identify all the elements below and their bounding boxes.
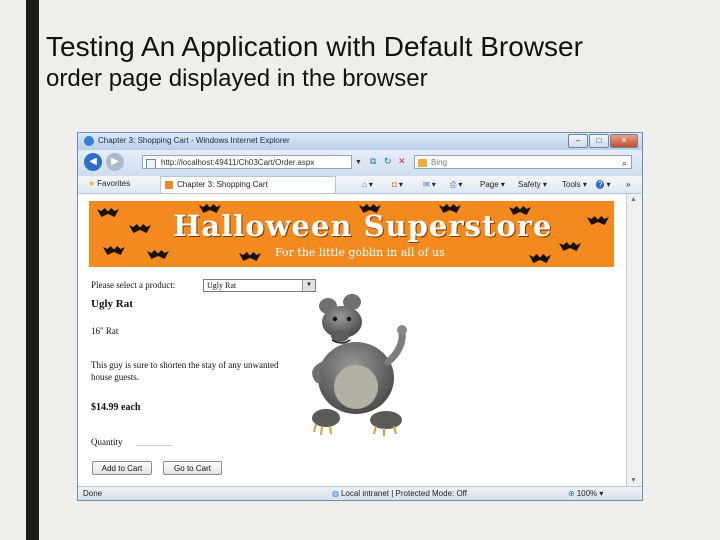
- forward-arrow-icon[interactable]: ▶: [106, 153, 124, 171]
- address-bar[interactable]: http://localhost:49411/Ch03Cart/Order.as…: [142, 155, 352, 169]
- add-to-cart-button[interactable]: Add to Cart: [92, 461, 152, 475]
- banner-title: Halloween Superstore: [173, 209, 553, 243]
- address-toolbar: ◀ ▶ http://localhost:49411/Ch03Cart/Orde…: [78, 150, 642, 176]
- globe-icon: ◍: [332, 489, 339, 498]
- rss-icon[interactable]: ◘ ▾: [392, 180, 403, 189]
- window-title-bar: Chapter 3: Shopping Cart - Windows Inter…: [78, 133, 642, 150]
- status-bar: Done ◍ Local intranet | Protected Mode: O…: [78, 486, 642, 500]
- go-to-cart-button[interactable]: Go to Cart: [163, 461, 222, 475]
- address-dropdown-icon[interactable]: ▼: [355, 159, 362, 166]
- window-controls: – □ ✕: [568, 134, 638, 148]
- favorites-label: Favorites: [97, 179, 131, 188]
- status-text: Done: [83, 489, 103, 498]
- scroll-up-icon[interactable]: ▲: [630, 196, 637, 203]
- back-arrow-icon[interactable]: ◀: [84, 153, 102, 171]
- search-input[interactable]: Bing ⌕: [414, 155, 632, 169]
- close-button[interactable]: ✕: [610, 134, 638, 148]
- refresh-icon[interactable]: ↻: [384, 156, 392, 167]
- home-icon[interactable]: ⌂ ▾: [362, 180, 373, 189]
- security-zone[interactable]: ◍ Local intranet | Protected Mode: Off: [332, 489, 467, 498]
- bat-decoration: [239, 252, 261, 261]
- minimize-button[interactable]: –: [568, 134, 588, 148]
- bat-decoration: [129, 224, 151, 233]
- banner-subtitle: For the little goblin in all of us: [275, 246, 445, 259]
- page-menu[interactable]: Page ▾: [480, 180, 505, 189]
- slide-accent-bar: [26, 0, 39, 540]
- favorites-bar: ★ Favorites Chapter 3: Shopping Cart ⌂ ▾ ◘…: [78, 176, 642, 194]
- favorites-button[interactable]: ★ Favorites: [88, 179, 130, 188]
- star-icon: ★: [88, 179, 96, 188]
- page-content: Halloween Superstore For the little gobl…: [78, 194, 626, 486]
- store-banner: Halloween Superstore For the little gobl…: [89, 201, 614, 267]
- product-name: Ugly Rat: [91, 298, 133, 310]
- product-image: [312, 294, 407, 436]
- mail-icon[interactable]: ✉ ▾: [423, 180, 436, 189]
- page-icon: [146, 159, 156, 168]
- tools-menu-label: Tools: [562, 180, 581, 189]
- safety-menu-label: Safety: [518, 180, 541, 189]
- tools-menu[interactable]: Tools ▾: [562, 180, 587, 189]
- bat-decoration: [103, 246, 125, 255]
- tab-favicon: [165, 181, 173, 189]
- help-icon[interactable]: ? ▾: [596, 180, 610, 189]
- zoom-icon: ⊕: [568, 489, 575, 498]
- zoom-control[interactable]: ⊕ 100% ▾: [568, 489, 603, 498]
- internet-explorer-icon: [84, 136, 94, 146]
- browser-tab[interactable]: Chapter 3: Shopping Cart: [160, 176, 336, 193]
- bat-decoration: [97, 208, 119, 217]
- product-select-label: Please select a product:: [91, 280, 176, 290]
- product-long-description: This guy is sure to shorten the stay of …: [91, 360, 279, 382]
- stop-icon[interactable]: ✕: [398, 156, 406, 167]
- compatibility-icon[interactable]: ⧉: [370, 156, 376, 167]
- page-menu-label: Page: [480, 180, 499, 189]
- safety-menu[interactable]: Safety ▾: [518, 180, 547, 189]
- search-placeholder: Bing: [431, 158, 448, 167]
- search-icon[interactable]: ⌕: [622, 156, 627, 170]
- chevron-down-icon[interactable]: ▼: [302, 280, 315, 291]
- tab-title: Chapter 3: Shopping Cart: [177, 180, 268, 189]
- product-dropdown[interactable]: Ugly Rat ▼: [203, 279, 316, 292]
- bat-decoration: [587, 216, 609, 225]
- bat-decoration: [529, 254, 551, 263]
- quantity-input[interactable]: [136, 433, 172, 446]
- window-title: Chapter 3: Shopping Cart - Windows Inter…: [98, 136, 290, 145]
- slide-subtitle: order page displayed in the browser: [46, 65, 428, 92]
- bat-decoration: [147, 250, 169, 259]
- print-icon[interactable]: ⎙ ▾: [450, 180, 462, 190]
- bing-icon: [418, 159, 427, 167]
- security-zone-text: Local intranet | Protected Mode: Off: [340, 489, 467, 498]
- product-dropdown-value: Ugly Rat: [207, 281, 237, 290]
- bat-decoration: [559, 242, 581, 251]
- vertical-scrollbar[interactable]: ▲ ▼: [626, 194, 642, 486]
- address-text: http://localhost:49411/Ch03Cart/Order.as…: [161, 158, 315, 167]
- scroll-down-icon[interactable]: ▼: [630, 477, 637, 484]
- slide-title: Testing An Application with Default Brow…: [46, 31, 583, 62]
- quantity-label: Quantity: [91, 437, 123, 447]
- product-short-description: 16" Rat: [91, 326, 119, 336]
- browser-window: Chapter 3: Shopping Cart - Windows Inter…: [77, 132, 643, 501]
- maximize-button[interactable]: □: [589, 134, 609, 148]
- product-price: $14.99 each: [91, 402, 141, 413]
- toolbar-overflow-icon[interactable]: »: [626, 180, 630, 189]
- zoom-level: 100%: [576, 489, 598, 498]
